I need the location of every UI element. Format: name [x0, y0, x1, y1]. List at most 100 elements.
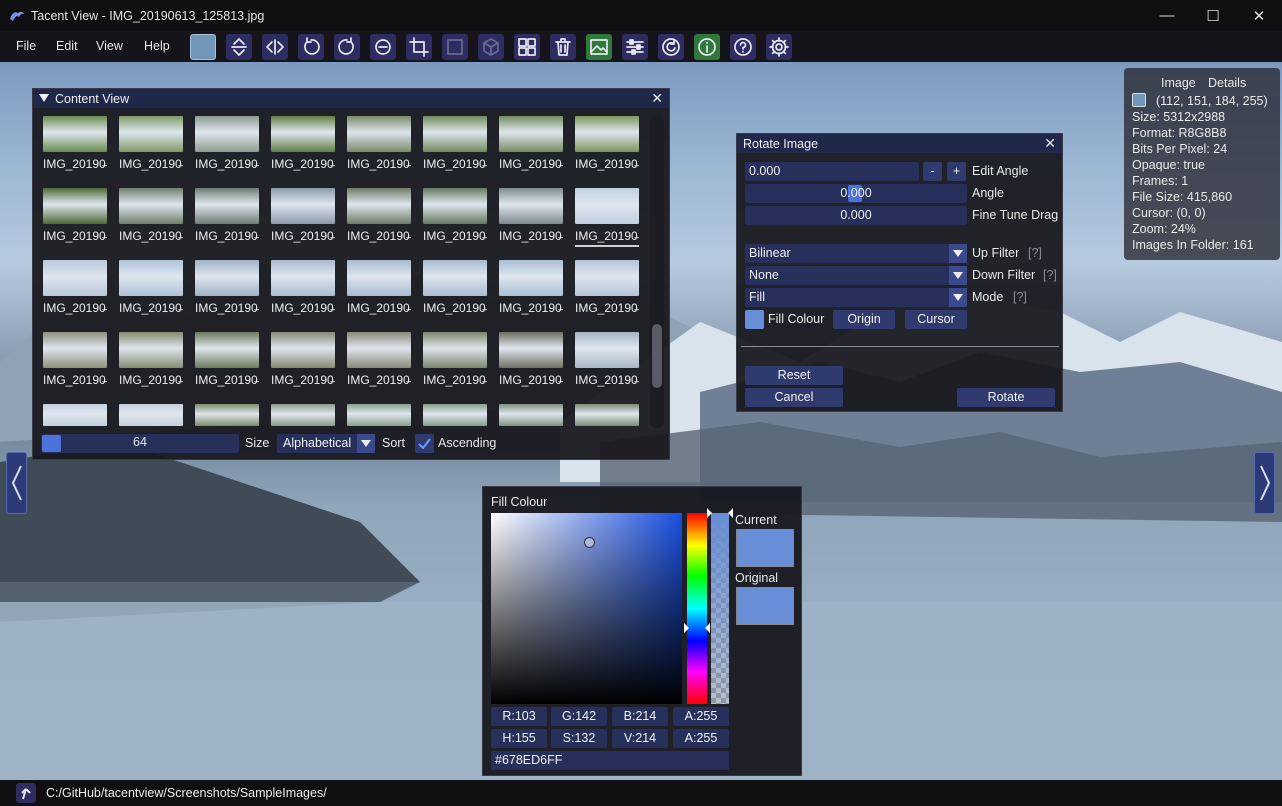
content-view-header[interactable]: Content View ✕ [33, 89, 669, 108]
thumbnail-image[interactable] [195, 116, 259, 152]
red-input[interactable]: R:103 [491, 707, 547, 726]
fine-tune-drag[interactable]: 0.000 [745, 206, 967, 225]
tile-image-button[interactable] [586, 34, 612, 60]
thumbnail-image[interactable] [195, 260, 259, 296]
down-filter-help[interactable]: [?] [1043, 268, 1057, 282]
menu-file[interactable]: File [16, 39, 36, 53]
thumbnail-image[interactable] [271, 404, 335, 426]
info-button[interactable] [694, 34, 720, 60]
origin-button[interactable]: Origin [833, 310, 895, 329]
thumbnail-image[interactable] [423, 188, 487, 224]
close-content-view-button[interactable]: ✕ [651, 90, 663, 107]
flip-vertical-button[interactable] [226, 34, 252, 60]
rotate-clockwise-button[interactable] [334, 34, 360, 60]
up-filter-combo[interactable]: Bilinear [745, 244, 967, 263]
hue-bar[interactable] [684, 513, 710, 704]
original-colour-swatch[interactable] [736, 587, 794, 625]
thumbnail-image[interactable] [499, 188, 563, 224]
mode-combo[interactable]: Fill [745, 288, 967, 307]
thumbnail-image[interactable] [575, 260, 639, 296]
3d-view-button[interactable] [478, 34, 504, 60]
thumbnail-image[interactable] [347, 116, 411, 152]
crop-button[interactable] [406, 34, 432, 60]
content-scrollbar[interactable] [650, 116, 664, 428]
adjustments-button[interactable] [622, 34, 648, 60]
thumbnail-image[interactable] [575, 188, 639, 224]
thumbnail-image[interactable] [195, 404, 259, 426]
thumbnail-image[interactable] [195, 188, 259, 224]
pixel-colour-swatch[interactable] [1132, 93, 1146, 107]
thumbnail-image[interactable] [119, 116, 183, 152]
content-view-button[interactable] [514, 34, 540, 60]
maximize-button[interactable]: ☐ [1190, 0, 1236, 31]
thumbnail-image[interactable] [423, 116, 487, 152]
size-slider[interactable]: 64 [41, 434, 239, 453]
saturation-input[interactable]: S:132 [551, 729, 607, 748]
thumbnail-image[interactable] [43, 188, 107, 224]
cancel-button[interactable]: Cancel [745, 388, 843, 407]
hue-input[interactable]: H:155 [491, 729, 547, 748]
thumbnail-image[interactable] [499, 404, 563, 426]
thumbnail-image[interactable] [271, 188, 335, 224]
flip-horizontal-button[interactable] [262, 34, 288, 60]
reset-button[interactable]: Reset [745, 366, 843, 385]
help-button[interactable] [730, 34, 756, 60]
next-image-button[interactable] [1254, 452, 1275, 514]
thumbnail-image[interactable] [43, 332, 107, 368]
rotate-image-header[interactable]: Rotate Image ✕ [737, 134, 1062, 153]
thumbnail-image[interactable] [423, 332, 487, 368]
green-input[interactable]: G:142 [551, 707, 607, 726]
decrement-angle-button[interactable]: - [923, 162, 942, 181]
thumbnail-image[interactable] [347, 404, 411, 426]
mode-help[interactable]: [?] [1013, 290, 1027, 304]
value-input[interactable]: V:214 [612, 729, 668, 748]
thumbnail-image[interactable] [575, 404, 639, 426]
increment-angle-button[interactable]: + [947, 162, 966, 181]
thumbnail-image[interactable] [347, 188, 411, 224]
settings-button[interactable] [766, 34, 792, 60]
thumbnail-image[interactable] [499, 332, 563, 368]
zoom-out-button[interactable] [370, 34, 396, 60]
thumbnail-image[interactable] [575, 116, 639, 152]
thumbnail-image[interactable] [43, 404, 107, 426]
rotate-button[interactable]: Rotate [957, 388, 1055, 407]
thumbnail-image[interactable] [119, 332, 183, 368]
thumbnail-image[interactable] [195, 332, 259, 368]
fit-screen-button[interactable] [442, 34, 468, 60]
refresh-button[interactable] [658, 34, 684, 60]
down-filter-combo[interactable]: None [745, 266, 967, 285]
thumbnail-image[interactable] [119, 188, 183, 224]
alpha-hsv-input[interactable]: A:255 [673, 729, 729, 748]
previous-image-button[interactable] [6, 452, 27, 514]
angle-slider[interactable]: 0.000 [745, 184, 967, 203]
close-rotate-panel-button[interactable]: ✕ [1044, 135, 1056, 152]
menu-help[interactable]: Help [144, 39, 170, 53]
hex-input[interactable]: #678ED6FF [491, 751, 729, 770]
saturation-value-square[interactable] [491, 513, 682, 704]
alpha-input[interactable]: A:255 [673, 707, 729, 726]
edit-angle-input[interactable]: 0.000 [745, 162, 919, 181]
thumbnail-image[interactable] [43, 116, 107, 152]
fill-colour-swatch[interactable] [745, 310, 764, 329]
delete-button[interactable] [550, 34, 576, 60]
thumbnail-image[interactable] [347, 260, 411, 296]
ascending-checkbox[interactable] [415, 434, 434, 453]
thumbnail-image[interactable] [271, 260, 335, 296]
menu-view[interactable]: View [96, 39, 123, 53]
thumbnail-image[interactable] [119, 260, 183, 296]
thumbnail-image[interactable] [423, 260, 487, 296]
cursor-button[interactable]: Cursor [905, 310, 967, 329]
alpha-bar[interactable] [707, 508, 733, 704]
rotate-anticlockwise-button[interactable] [298, 34, 324, 60]
collapse-triangle-icon[interactable] [39, 94, 49, 103]
thumbnail-image[interactable] [499, 116, 563, 152]
up-filter-help[interactable]: [?] [1028, 246, 1042, 260]
thumbnail-image[interactable] [499, 260, 563, 296]
sv-picker-cursor[interactable] [584, 537, 595, 548]
thumbnail-image[interactable] [43, 260, 107, 296]
blue-input[interactable]: B:214 [612, 707, 668, 726]
sort-combo[interactable]: Alphabetical [277, 434, 375, 453]
content-scrollbar-thumb[interactable] [652, 324, 662, 388]
thumbnail-image[interactable] [575, 332, 639, 368]
close-window-button[interactable]: ✕ [1236, 0, 1282, 31]
